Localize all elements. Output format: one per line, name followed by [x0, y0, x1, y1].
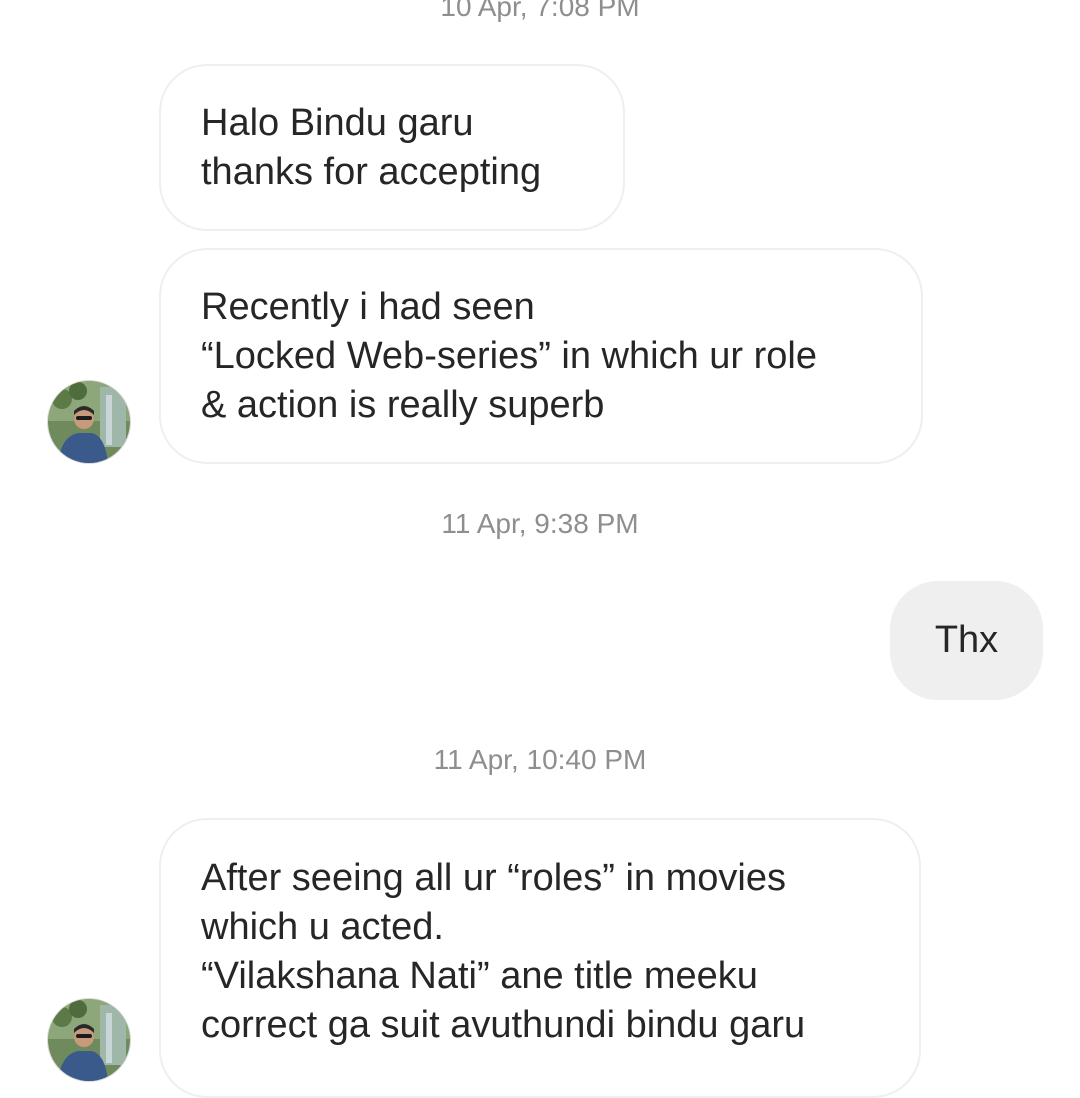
timestamp: 11 Apr, 9:38 PM — [441, 508, 639, 539]
profile-photo-avatar-icon — [48, 999, 130, 1081]
incoming-message-bubble[interactable]: After seeing all ur “roles” in movies wh… — [159, 818, 921, 1098]
message-text: Thx — [934, 619, 999, 661]
incoming-message-bubble[interactable]: Recently i had seen “Locked Web-series” … — [159, 248, 923, 464]
outgoing-message-bubble[interactable]: Thx — [890, 581, 1043, 700]
message-text: Recently i had seen “Locked Web-series” … — [201, 285, 817, 426]
sender-avatar[interactable] — [47, 380, 131, 464]
profile-photo-avatar-icon — [48, 381, 130, 463]
incoming-message-bubble[interactable]: Halo Bindu garu thanks for accepting — [159, 64, 625, 231]
sender-avatar[interactable] — [47, 998, 131, 1082]
message-text: After seeing all ur “roles” in movies wh… — [201, 857, 806, 1046]
message-text: Halo Bindu garu thanks for accepting — [201, 101, 542, 193]
timestamp: 11 Apr, 10:40 PM — [433, 744, 647, 775]
timestamp: 10 Apr, 7:08 PM — [440, 0, 640, 22]
